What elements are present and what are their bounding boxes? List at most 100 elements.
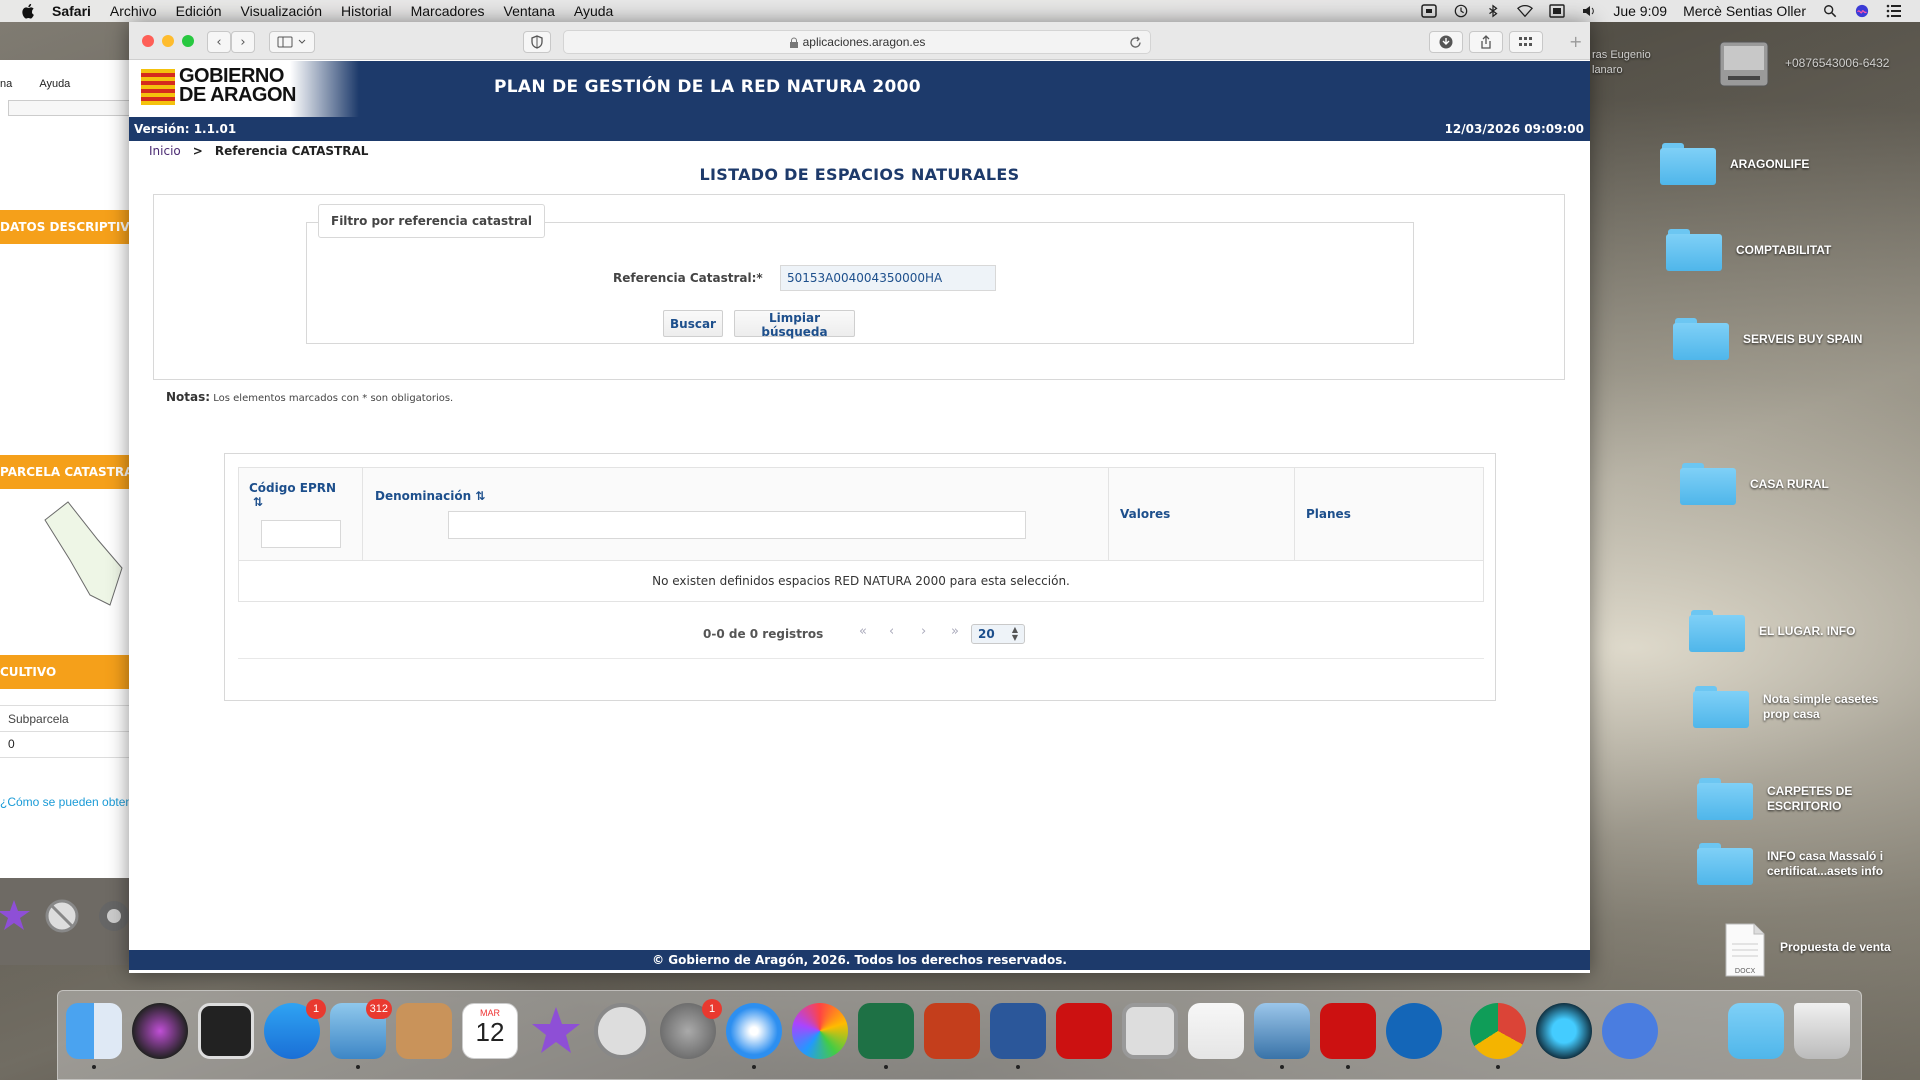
safari-window[interactable]: ‹ › aplicaciones.aragon.es + GOBIERNO DE… [129,22,1590,973]
background-browser-window[interactable]: na Ayuda DATOS DESCRIPTIVOS PARCELA CATA… [0,60,130,965]
spotlight-search-icon[interactable] [1822,4,1838,18]
minimize-window-button[interactable] [162,35,174,47]
imovie-icon[interactable] [528,1003,584,1059]
siri-app-icon[interactable] [132,1003,188,1059]
how-to-obtain-link[interactable]: ¿Cómo se pueden obtener [0,795,130,809]
desktop-folder-carpetes[interactable]: CARPETES DE ESCRITORIO [1697,778,1897,820]
cadastral-ref-input[interactable] [780,265,996,291]
breadcrumb-home-link[interactable]: Inicio [149,144,181,158]
denominacion-filter-input[interactable] [448,511,1026,539]
tab-overview-button[interactable] [1509,31,1543,53]
app-store-icon[interactable]: 1 [264,999,326,1059]
menu-historial[interactable]: Historial [341,3,392,19]
forward-button[interactable]: › [231,31,255,53]
col-denominacion[interactable]: Denominación ⇅ [363,468,1109,560]
excel-icon[interactable] [858,1003,914,1069]
desktop-folder-serveis-buy-spain[interactable]: SERVEIS BUY SPAIN [1673,318,1862,360]
sort-codigo-icon[interactable]: ⇅ [253,495,263,509]
imovie-star-icon[interactable] [0,898,32,934]
clear-search-button[interactable]: Limpiar búsqueda [734,310,855,339]
background-search-input[interactable] [8,100,130,116]
breadcrumb-separator: > [192,144,203,158]
desktop-folder-el-lugar-info[interactable]: EL LUGAR. INFO [1689,610,1855,652]
calendar-icon[interactable]: MAR 12 [462,1003,518,1059]
finder-icon[interactable] [66,1003,122,1069]
menu-visualizacion[interactable]: Visualización [241,3,322,19]
siri-icon[interactable] [1854,4,1870,18]
system-preferences-icon[interactable]: 1 [660,999,722,1059]
address-bar[interactable]: aplicaciones.aragon.es [563,30,1151,54]
screen-icon[interactable] [1421,4,1438,18]
reload-icon[interactable] [1129,36,1142,49]
disabled-app-icon-2[interactable] [1122,1003,1178,1059]
desktop-folder-comptabilitat[interactable]: COMPTABILITAT [1666,229,1831,271]
menu-ayuda[interactable]: Ayuda [574,3,613,19]
new-tab-plus-icon[interactable]: + [1569,32,1582,51]
applications-folder-icon[interactable] [1728,1003,1784,1059]
powerpoint-icon[interactable] [924,1003,980,1059]
mail-icon[interactable]: 312 [330,999,392,1069]
gobierno-aragon-logo[interactable]: GOBIERNO DE ARAGON [129,61,359,117]
desktop-file-propuesta[interactable]: DOCX Propuesta de venta [1724,922,1891,978]
volume-icon[interactable] [1581,4,1597,18]
acrobat-reader-icon[interactable] [1320,1003,1376,1069]
photo-booth-icon[interactable] [198,1003,254,1059]
menu-clock[interactable]: Jue 9:09 [1613,3,1667,19]
system-preferences-icon[interactable] [96,898,132,934]
word-icon[interactable] [990,1003,1046,1069]
background-menu-item[interactable]: na [0,78,12,90]
menu-edicion[interactable]: Edición [176,3,222,19]
page-size-select[interactable]: 20 ▲ ▼ [971,624,1025,644]
col-denominacion-label[interactable]: Denominación ⇅ [375,489,485,503]
desktop-folder-casa-rural[interactable]: CASA RURAL [1680,463,1829,505]
trash-icon[interactable] [1794,1003,1850,1059]
share-button[interactable] [1469,31,1503,53]
back-button[interactable]: ‹ [207,31,231,53]
teamviewer-icon[interactable] [1386,1003,1442,1059]
background-menu-ayuda[interactable]: Ayuda [39,78,70,90]
apple-icon[interactable] [20,3,38,19]
disabled-app-icon[interactable] [44,898,80,934]
desktop-folder-nota-simple[interactable]: Nota simple casetes prop casa [1693,686,1893,728]
wifi-icon[interactable] [1517,4,1534,18]
zoom-window-button[interactable] [182,35,194,47]
col-codigo-eprn-label[interactable]: Código EPRN [249,481,336,495]
codigo-filter-input[interactable] [261,520,341,548]
menu-marcadores[interactable]: Marcadores [411,3,485,19]
bluetooth-icon[interactable] [1485,4,1501,18]
menu-user[interactable]: Mercè Sentias Oller [1683,3,1806,19]
menu-ventana[interactable]: Ventana [504,3,555,19]
first-page-icon[interactable]: « [859,624,867,639]
desktop-folder-aragonlife[interactable]: ARAGONLIFE [1660,143,1809,185]
sort-denominacion-icon[interactable]: ⇅ [475,489,485,503]
desktop-folder-info-casa[interactable]: INFO casa Massaló i certificat...asets i… [1697,843,1897,885]
last-page-icon[interactable]: » [951,624,959,639]
sidebar-toggle-button[interactable] [269,31,315,53]
menu-archivo[interactable]: Archivo [110,3,157,19]
col-planes-label: Planes [1306,507,1351,521]
acrobat-icon[interactable] [1056,1003,1112,1059]
chrome-icon[interactable] [1470,1003,1526,1069]
disk-label[interactable]: +0876543006-6432 [1785,56,1889,71]
close-window-button[interactable] [142,35,154,47]
menu-app-safari[interactable]: Safari [52,3,91,19]
downloads-button[interactable] [1429,31,1463,53]
time-machine-icon[interactable] [1453,4,1469,18]
quicktime-icon[interactable] [1536,1003,1592,1059]
itunes-icon[interactable] [1188,1003,1244,1059]
contacts-icon[interactable] [396,1003,452,1059]
preview-icon[interactable] [1254,1003,1310,1069]
notification-center-icon[interactable] [1886,4,1902,18]
photos-icon[interactable] [792,1003,848,1059]
desktop-partial-label[interactable]: ras Eugenio lanaro [1592,48,1672,78]
battery-icon[interactable] [1549,4,1566,18]
safari-icon[interactable] [726,1003,782,1069]
disabled-app-icon[interactable] [594,1003,650,1059]
next-page-icon[interactable]: › [921,624,926,639]
search-button[interactable]: Buscar [663,310,723,337]
skype-icon[interactable] [1602,1003,1658,1059]
privacy-report-button[interactable] [523,31,551,53]
prev-page-icon[interactable]: ‹ [889,624,894,639]
hard-disk-icon[interactable] [1718,36,1770,92]
col-codigo-eprn[interactable]: Código EPRN ⇅ [239,468,363,560]
